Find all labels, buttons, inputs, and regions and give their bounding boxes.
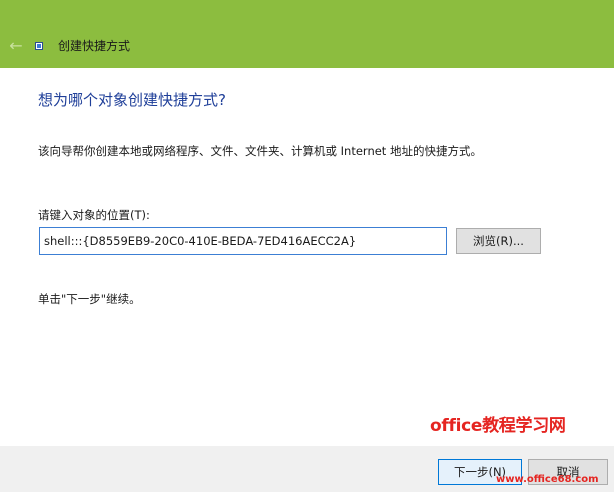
browse-button[interactable]: 浏览(R)... xyxy=(456,228,541,254)
page-heading: 想为哪个对象创建快捷方式? xyxy=(38,91,226,109)
watermark-url: www.office68.com xyxy=(496,474,599,485)
shortcut-app-icon xyxy=(35,42,43,50)
wizard-description: 该向导帮你创建本地或网络程序、文件、文件夹、计算机或 Internet 地址的快… xyxy=(38,144,482,158)
location-label: 请键入对象的位置(T): xyxy=(38,208,150,222)
location-input[interactable] xyxy=(39,227,447,255)
create-shortcut-window: ← 创建快捷方式 想为哪个对象创建快捷方式? 该向导帮你创建本地或网络程序、文件… xyxy=(0,0,614,492)
title-bar: ← 创建快捷方式 xyxy=(0,0,614,68)
continue-hint: 单击"下一步"继续。 xyxy=(38,292,141,306)
window-title: 创建快捷方式 xyxy=(58,39,131,53)
watermark-logo: office教程学习网 xyxy=(430,416,566,436)
back-arrow-icon[interactable]: ← xyxy=(6,36,26,56)
